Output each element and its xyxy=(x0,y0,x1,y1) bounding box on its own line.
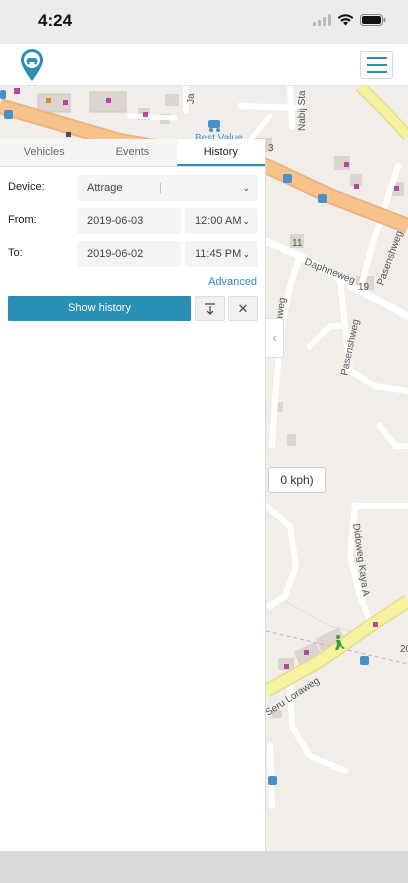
tab-events[interactable]: Events xyxy=(88,139,176,166)
export-button[interactable] xyxy=(195,296,225,321)
hamburger-menu-button[interactable] xyxy=(360,51,393,79)
battery-icon xyxy=(360,14,386,26)
chevron-down-icon: ⌄ xyxy=(242,183,250,193)
menu-line-icon xyxy=(366,71,387,73)
clock: 4:24 xyxy=(38,11,73,30)
device-select[interactable]: Attrage | ⌄ xyxy=(77,175,258,201)
tab-vehicles[interactable]: Vehicles xyxy=(0,139,88,166)
to-date-input[interactable]: 2019-06-02 xyxy=(77,241,181,267)
from-time-select[interactable]: 12:00 AM ⌄ xyxy=(185,208,258,234)
device-row: Device: Attrage | ⌄ xyxy=(0,175,266,201)
app-logo[interactable] xyxy=(19,48,45,87)
map-label-nabij: Nabij Sta xyxy=(297,90,308,131)
download-icon xyxy=(205,302,215,315)
status-icons xyxy=(313,14,386,26)
chevron-left-icon: ‹ xyxy=(272,330,277,345)
tab-history[interactable]: History xyxy=(176,139,265,166)
chevron-down-icon: ⌄ xyxy=(242,249,250,259)
close-icon: ✕ xyxy=(237,300,249,316)
map-label-number: 20 xyxy=(400,644,408,655)
device-value: Attrage xyxy=(87,182,123,194)
speed-tooltip: 0 kph) xyxy=(268,467,326,493)
from-time-value: 12:00 AM xyxy=(195,215,242,227)
signal-icon xyxy=(313,14,331,26)
menu-line-icon xyxy=(366,64,387,66)
status-bar: 4:24 xyxy=(0,0,408,44)
map-label-number: 11 xyxy=(292,238,303,249)
show-history-button[interactable]: Show history xyxy=(8,296,191,321)
menu-line-icon xyxy=(366,57,387,59)
location-pin-logo-icon xyxy=(21,49,43,81)
to-row: To: 2019-06-02 11:45 PM ⌄ xyxy=(0,241,266,267)
wifi-icon xyxy=(337,14,354,26)
to-time-select[interactable]: 11:45 PM ⌄ xyxy=(185,241,258,267)
device-label: Device: xyxy=(8,181,45,193)
text-cursor-icon: | xyxy=(159,182,162,194)
bottom-bar xyxy=(0,851,408,883)
advanced-link[interactable]: Advanced xyxy=(208,276,257,288)
map-label-number: 3 xyxy=(268,143,274,154)
collapse-panel-button[interactable]: ‹ xyxy=(266,318,284,358)
chevron-down-icon: ⌄ xyxy=(242,216,250,226)
map-label-ja: Ja xyxy=(186,93,197,104)
to-label: To: xyxy=(8,247,23,259)
panel-tabs: Vehicles Events History xyxy=(0,139,265,167)
to-time-value: 11:45 PM xyxy=(195,248,242,260)
map-label-number: 19 xyxy=(358,282,370,293)
history-panel: Vehicles Events History Device: Attrage … xyxy=(0,139,266,851)
from-date-input[interactable]: 2019-06-03 xyxy=(77,208,181,234)
clear-button[interactable]: ✕ xyxy=(228,296,258,321)
from-label: From: xyxy=(8,214,37,226)
map-label-daphneweg: Daphneweg xyxy=(303,257,357,287)
from-row: From: 2019-06-03 12:00 AM ⌄ xyxy=(0,208,266,234)
map-label-pasenshweg-2: Pasenshweg xyxy=(375,229,405,287)
app-header xyxy=(0,44,408,86)
